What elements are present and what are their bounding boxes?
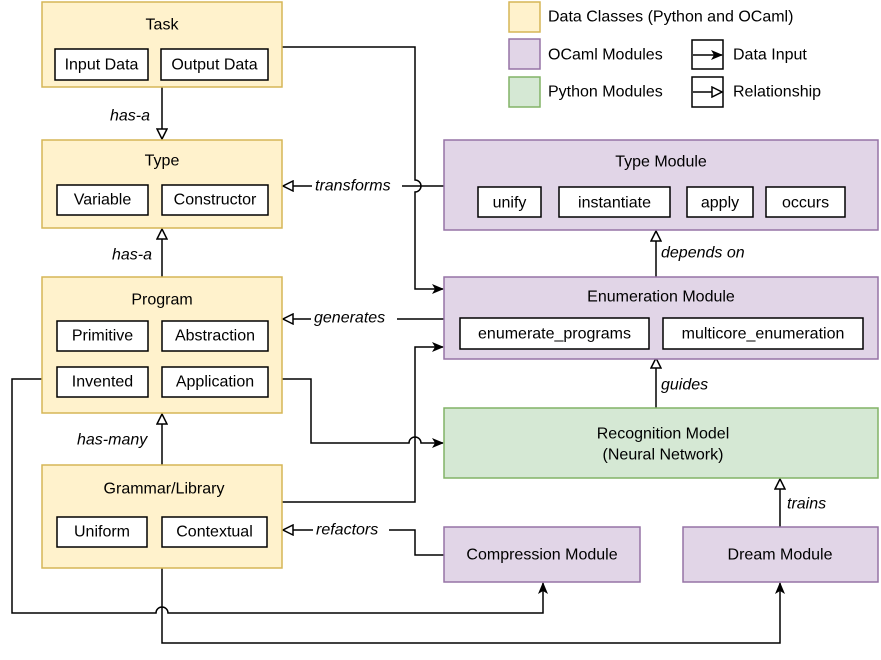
enumeration-item-enumerate-programs: enumerate_programs bbox=[478, 326, 631, 343]
edge-task-to-enumeration bbox=[282, 46, 444, 294]
type-title: Type bbox=[145, 153, 180, 170]
label-trains: trains bbox=[787, 496, 826, 513]
label-has-a-task: has-a bbox=[110, 108, 150, 125]
legend-swatch-data-classes bbox=[508, 1, 541, 33]
legend-data-classes: Data Classes (Python and OCaml) bbox=[548, 9, 793, 26]
node-grammar-library: Grammar/Library Uniform Contextual bbox=[41, 464, 283, 569]
program-item-application: Application bbox=[176, 374, 254, 391]
grammar-item-contextual: Contextual bbox=[176, 524, 253, 541]
program-item-abstraction: Abstraction bbox=[175, 328, 255, 345]
label-guides: guides bbox=[661, 377, 708, 394]
label-transforms: transforms bbox=[315, 178, 391, 195]
legend-data-input: Data Input bbox=[733, 47, 807, 64]
architecture-diagram: has-a has-a has-many transforms generate… bbox=[11, 1, 879, 644]
label-has-many: has-many bbox=[77, 432, 148, 449]
node-recognition-model: Recognition Model (Neural Network) bbox=[443, 407, 879, 479]
node-program: Program Primitive Abstraction Invented A… bbox=[41, 276, 283, 414]
legend: Data Classes (Python and OCaml) OCaml Mo… bbox=[508, 1, 821, 108]
node-compression-module: Compression Module bbox=[443, 526, 641, 583]
node-dream-module: Dream Module bbox=[682, 526, 879, 583]
program-title: Program bbox=[131, 292, 192, 309]
edge-grammar-to-enumeration bbox=[282, 342, 444, 503]
node-task: Task Input Data Output Data bbox=[41, 1, 283, 88]
task-item-output-data: Output Data bbox=[171, 57, 257, 74]
label-depends-on: depends on bbox=[661, 245, 745, 262]
type-module-title: Type Module bbox=[615, 154, 707, 171]
program-item-invented: Invented bbox=[72, 374, 133, 391]
dream-module-title: Dream Module bbox=[728, 547, 833, 564]
legend-swatch-ocaml bbox=[508, 38, 541, 70]
edge-program-to-recognition bbox=[282, 378, 444, 448]
program-item-primitive: Primitive bbox=[72, 328, 133, 345]
label-refactors: refactors bbox=[316, 522, 378, 539]
type-module-occurs: occurs bbox=[782, 195, 829, 212]
legend-python-modules: Python Modules bbox=[548, 84, 663, 101]
type-module-apply: apply bbox=[701, 195, 739, 212]
grammar-item-uniform: Uniform bbox=[74, 524, 130, 541]
task-item-input-data: Input Data bbox=[65, 57, 139, 74]
recognition-model-title: Recognition Model bbox=[597, 426, 730, 443]
enumeration-module-title: Enumeration Module bbox=[587, 289, 735, 306]
grammar-title: Grammar/Library bbox=[104, 481, 225, 498]
type-module-unify: unify bbox=[493, 195, 527, 212]
type-module-instantiate: instantiate bbox=[578, 195, 651, 212]
enumeration-item-multicore-enumeration: multicore_enumeration bbox=[682, 326, 845, 343]
compression-module-title: Compression Module bbox=[466, 547, 617, 564]
legend-relationship: Relationship bbox=[733, 84, 821, 101]
node-enumeration-module: Enumeration Module enumerate_programs mu… bbox=[443, 276, 879, 360]
legend-ocaml-modules: OCaml Modules bbox=[548, 47, 663, 64]
label-generates: generates bbox=[314, 310, 385, 327]
task-title: Task bbox=[146, 17, 180, 34]
type-item-constructor: Constructor bbox=[174, 192, 257, 209]
node-type: Type Variable Constructor bbox=[41, 139, 283, 229]
recognition-model-subtitle: (Neural Network) bbox=[603, 447, 724, 464]
label-has-a-type: has-a bbox=[112, 247, 152, 264]
type-item-variable: Variable bbox=[74, 192, 132, 209]
node-type-module: Type Module unify instantiate apply occu… bbox=[443, 139, 879, 231]
legend-swatch-python bbox=[508, 76, 541, 108]
